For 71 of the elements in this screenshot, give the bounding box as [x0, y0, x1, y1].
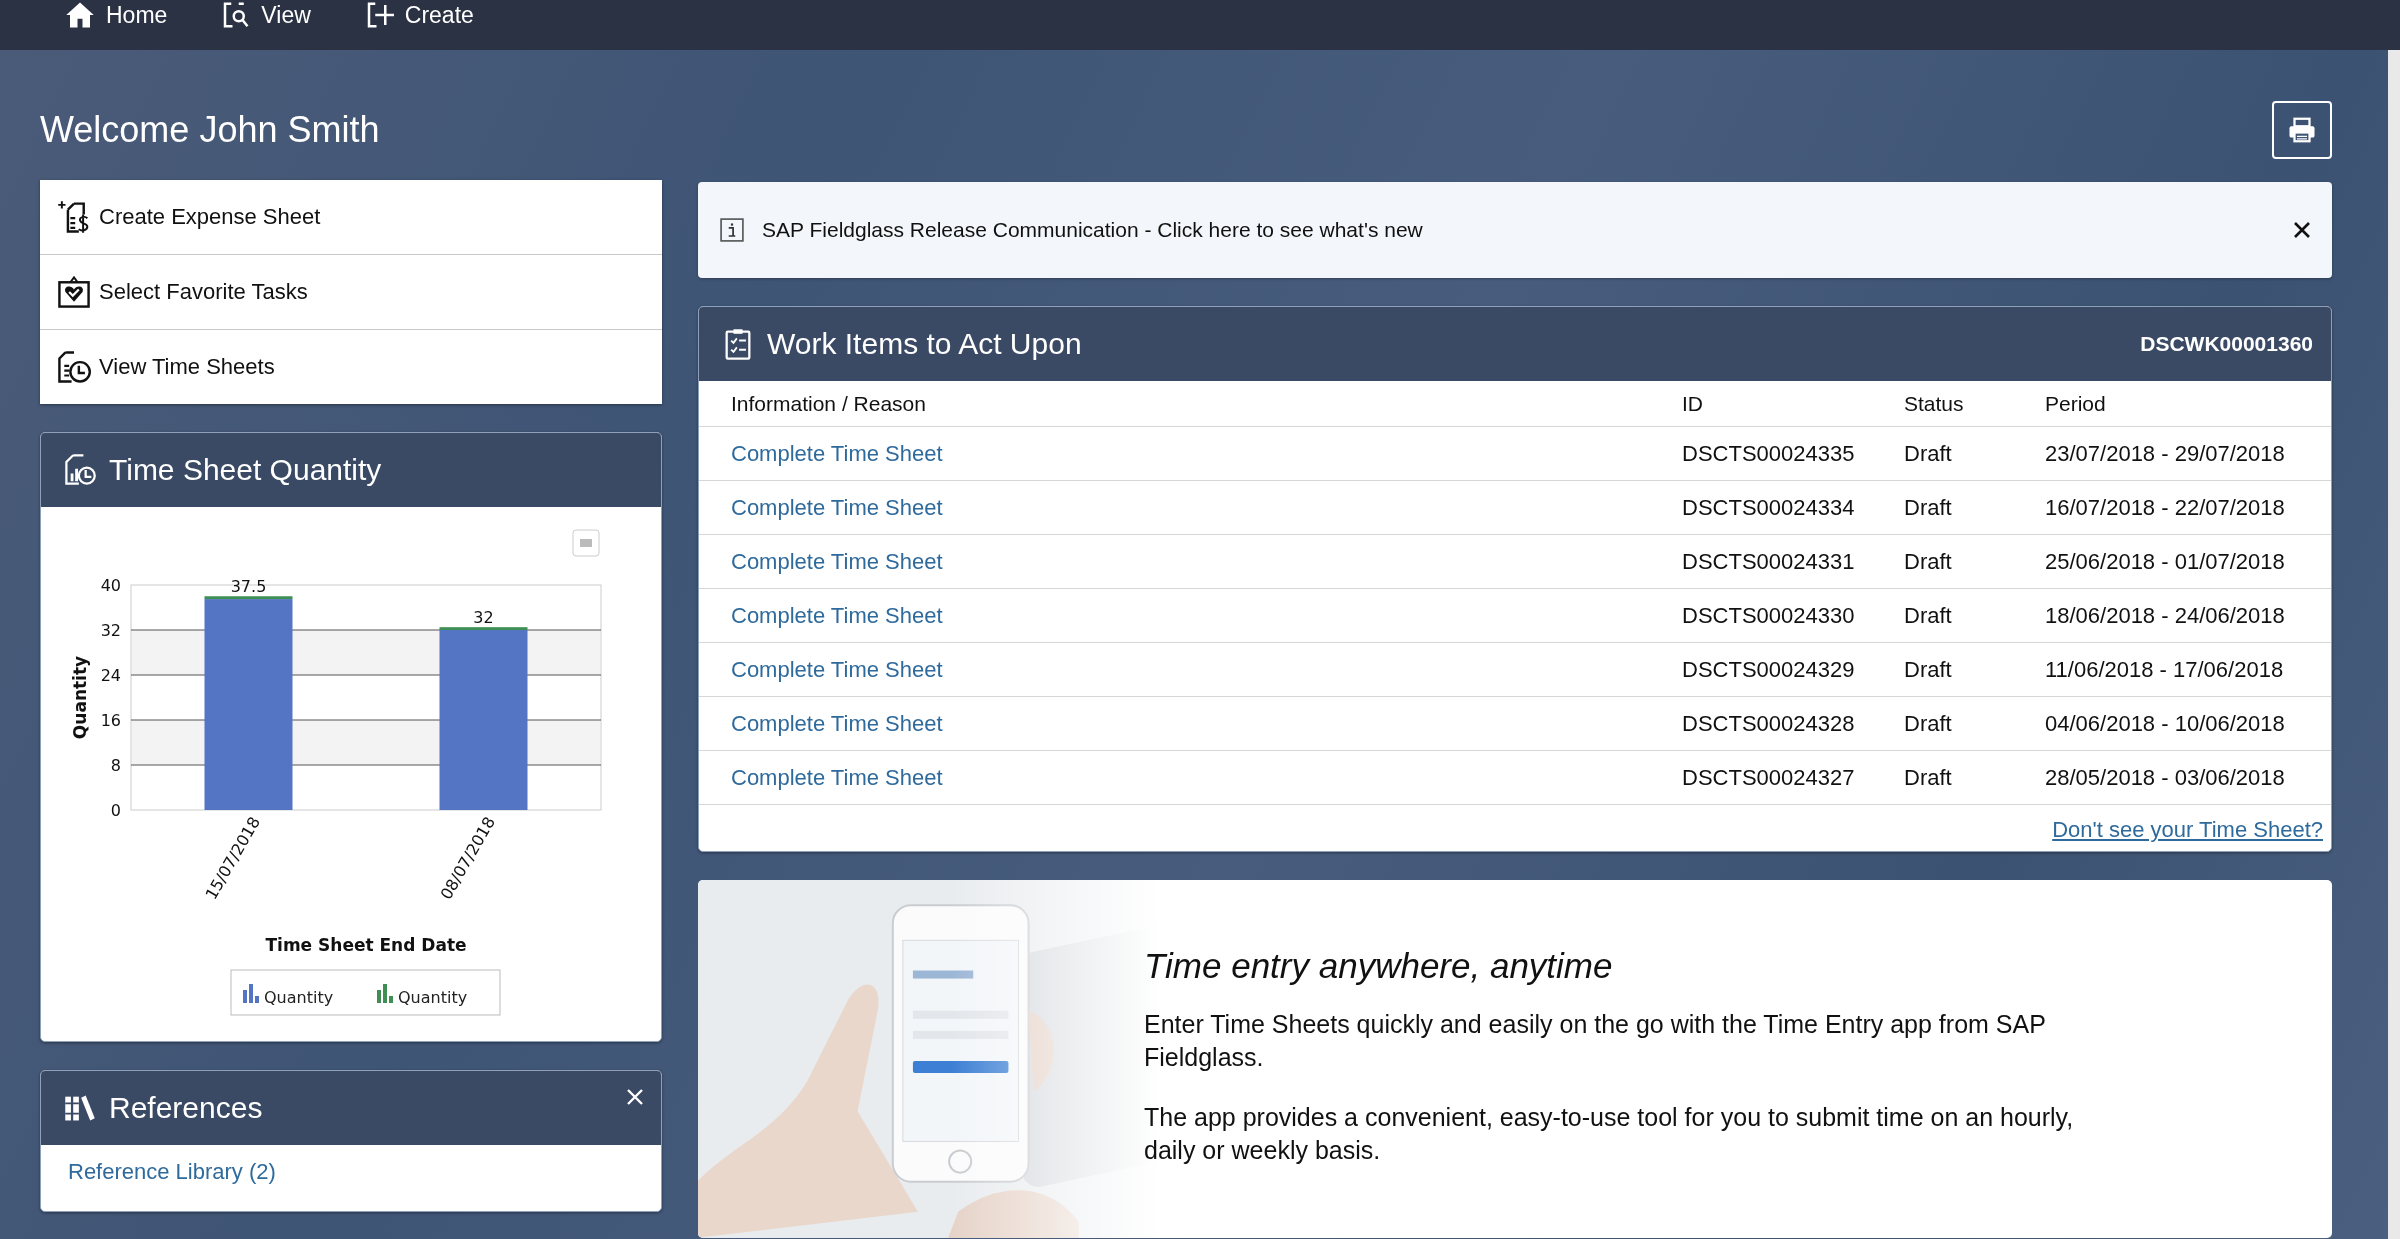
table-cell-text: 11/06/2018 - 17/06/2018 — [2045, 656, 2285, 683]
column-header: Information / Reason — [731, 391, 927, 416]
quick-link[interactable]: Select Favorite Tasks — [40, 255, 662, 330]
x-axis-title: Time Sheet End Date — [265, 935, 467, 955]
legend-label: Quantity — [264, 988, 334, 1007]
quick-link[interactable]: Create Expense Sheet — [40, 180, 662, 255]
promo-paragraph: Enter Time Sheets quickly and easily on the go with the Time Entry app from SAP Fieldglass. — [1144, 1009, 2047, 1073]
table-cell-text: Draft — [1904, 710, 1953, 737]
table-cell-text: DSCTS00024331 — [1682, 548, 1856, 575]
table-cell-text: DSCTS00024329 — [1682, 656, 1856, 683]
reference-link[interactable]: Reference Library (2) — [68, 1159, 276, 1184]
y-tick-label: 40 — [100, 576, 121, 595]
y-tick-label: 24 — [100, 666, 121, 685]
welcome-title: Welcome John Smith — [40, 109, 380, 151]
nav-link[interactable]: Create — [362, 0, 474, 30]
table-cell-text: Draft — [1904, 440, 1953, 467]
table-cell-text: 04/06/2018 - 10/06/2018 — [2045, 710, 2286, 737]
task-link[interactable]: Complete Time Sheet — [731, 494, 1682, 521]
home-icon — [64, 0, 96, 30]
task-link[interactable]: Complete Time Sheet — [731, 710, 1682, 737]
legend-label: Quantity — [398, 988, 468, 1007]
scrollbar[interactable] — [2388, 50, 2400, 1239]
y-tick-label: 32 — [100, 621, 121, 640]
quick-link[interactable]: View Time Sheets — [40, 330, 662, 404]
task-link[interactable]: Complete Time Sheet — [731, 548, 1682, 575]
info-icon — [720, 218, 744, 242]
table-cell-text: 23/07/2018 - 29/07/2018 — [2045, 440, 2286, 467]
promo-paragraph: The app provides a convenient, easy-to-use tool for you to submit time on an hourly, daily or weekly basis. — [1144, 1102, 2075, 1166]
column-header: ID — [1682, 391, 1704, 416]
data-label: 37.5 — [230, 577, 267, 597]
table-cell-text: DSCTS00024328 — [1682, 710, 1856, 737]
table-cell-text: DSCTS00024334 — [1682, 494, 1856, 521]
table-cell-text: Draft — [1904, 656, 1953, 683]
table-cell-text: DSCTS00024335 — [1682, 440, 1856, 467]
table-cell-text: 18/06/2018 - 24/06/2018 — [2045, 602, 2286, 629]
panel-title: Work Items to Act Upon — [767, 327, 1082, 361]
table-cell-text: 16/07/2018 - 22/07/2018 — [2045, 494, 2286, 521]
table-cell-text: Draft — [1904, 602, 1953, 629]
task-link[interactable]: Complete Time Sheet — [731, 602, 1682, 629]
help-link[interactable]: Don't see your Time Sheet? — [2052, 817, 2323, 843]
banner-link[interactable]: SAP Fieldglass Release Communication - Click here to see what's new — [762, 218, 1423, 242]
nav-link[interactable]: Home — [64, 0, 168, 30]
chart-document-icon — [63, 453, 97, 487]
promo-title: Time entry anywhere, anytime — [1144, 946, 1614, 986]
timesheet-clock-icon — [57, 350, 91, 384]
task-link[interactable]: Complete Time Sheet — [731, 440, 1682, 467]
table-cell-text: DSCTS00024330 — [1682, 602, 1856, 629]
table-cell-text: Draft — [1904, 548, 1953, 575]
data-label: 32 — [473, 608, 494, 628]
heart-bag-icon — [57, 275, 91, 309]
table-cell-text: 25/06/2018 - 01/07/2018 — [2045, 548, 2286, 575]
y-tick-label: 16 — [100, 711, 121, 730]
nav-link[interactable]: View — [219, 0, 311, 30]
printer-icon — [2287, 115, 2317, 145]
panel-title: Time Sheet Quantity — [109, 453, 382, 487]
table-cell-text: DSCTS00024327 — [1682, 764, 1856, 791]
table-cell-text: 28/05/2018 - 03/06/2018 — [2045, 764, 2286, 791]
worklist-code: DSCWK00001360 — [2140, 332, 2313, 356]
column-header: Status — [1904, 391, 1965, 416]
panel-title: References — [109, 1091, 263, 1125]
close-icon[interactable] — [2292, 220, 2312, 240]
task-link[interactable]: Complete Time Sheet — [731, 656, 1682, 683]
y-tick-label: 8 — [110, 756, 121, 775]
table-cell-text: Draft — [1904, 494, 1953, 521]
print-button[interactable] — [2272, 101, 2332, 159]
table-cell-text: Draft — [1904, 764, 1953, 791]
task-link[interactable]: Complete Time Sheet — [731, 764, 1682, 791]
y-tick-label: 0 — [110, 801, 121, 820]
y-axis-title: Quantity — [70, 655, 90, 740]
column-header: Period — [2045, 391, 2107, 416]
expense-sheet-icon — [57, 200, 91, 234]
